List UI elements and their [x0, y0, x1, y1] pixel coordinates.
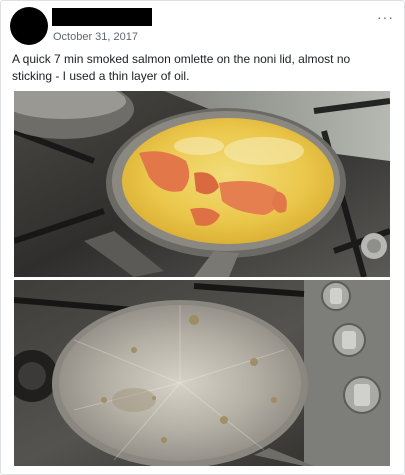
author-name-redacted[interactable] [52, 8, 152, 26]
facebook-post: October 31, 2017 ··· A quick 7 min smoke… [0, 0, 405, 475]
author-avatar[interactable] [10, 7, 48, 45]
omelette-in-pan-photo[interactable] [14, 91, 390, 277]
post-caption: A quick 7 min smoked salmon omlette on t… [12, 52, 351, 83]
empty-pan-lid-photo[interactable] [14, 280, 390, 466]
more-options-icon[interactable]: ··· [377, 9, 394, 25]
post-timestamp[interactable]: October 31, 2017 [53, 31, 138, 43]
